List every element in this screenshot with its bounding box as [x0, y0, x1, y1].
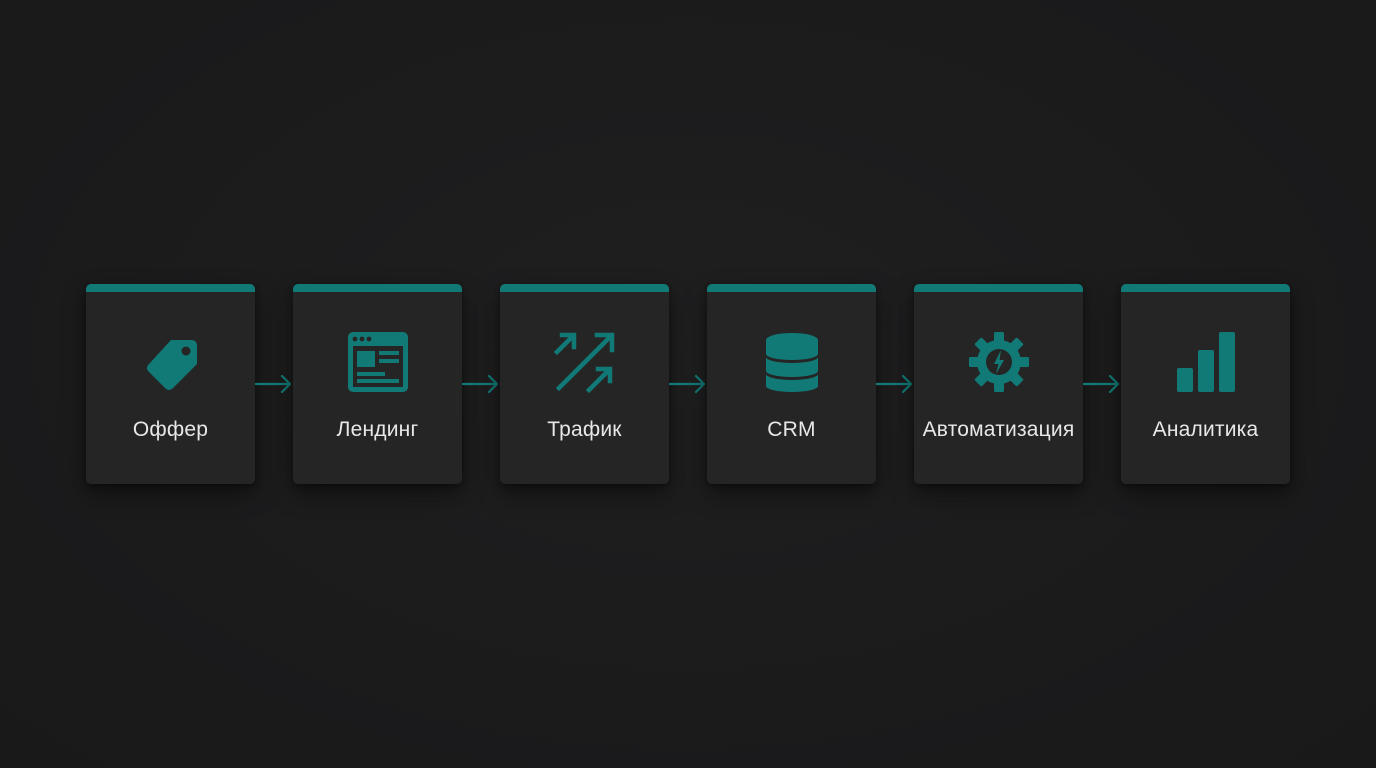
step-label: Оффер — [132, 418, 209, 441]
step-card-crm: CRM — [707, 284, 876, 484]
flow-arrow — [1083, 372, 1121, 396]
step-card-landing: Лендинг — [293, 284, 462, 484]
landing-page-icon — [346, 330, 410, 394]
step-label: CRM — [767, 418, 816, 441]
funnel-diagram: Оффер Лендинг Трафик CRM Автоматизация А… — [0, 0, 1376, 768]
flow-arrow — [669, 372, 707, 396]
flow-arrow — [876, 372, 914, 396]
step-label: Автоматизация — [922, 418, 1075, 441]
price-tag-icon — [139, 330, 203, 394]
traffic-arrows-icon — [553, 330, 617, 394]
step-label: Аналитика — [1152, 418, 1259, 441]
flow-arrow — [255, 372, 293, 396]
flow-arrow — [462, 372, 500, 396]
card-top-bar — [707, 284, 876, 292]
card-top-bar — [500, 284, 669, 292]
step-card-traffic: Трафик — [500, 284, 669, 484]
gear-icon — [967, 330, 1031, 394]
card-top-bar — [86, 284, 255, 292]
step-card-analytics: Аналитика — [1121, 284, 1290, 484]
step-card-automation: Автоматизация — [914, 284, 1083, 484]
bar-chart-icon — [1174, 330, 1238, 394]
step-label: Лендинг — [336, 418, 419, 441]
card-top-bar — [293, 284, 462, 292]
card-top-bar — [1121, 284, 1290, 292]
step-card-offer: Оффер — [86, 284, 255, 484]
database-icon — [760, 330, 824, 394]
step-label: Трафик — [547, 418, 622, 441]
card-top-bar — [914, 284, 1083, 292]
